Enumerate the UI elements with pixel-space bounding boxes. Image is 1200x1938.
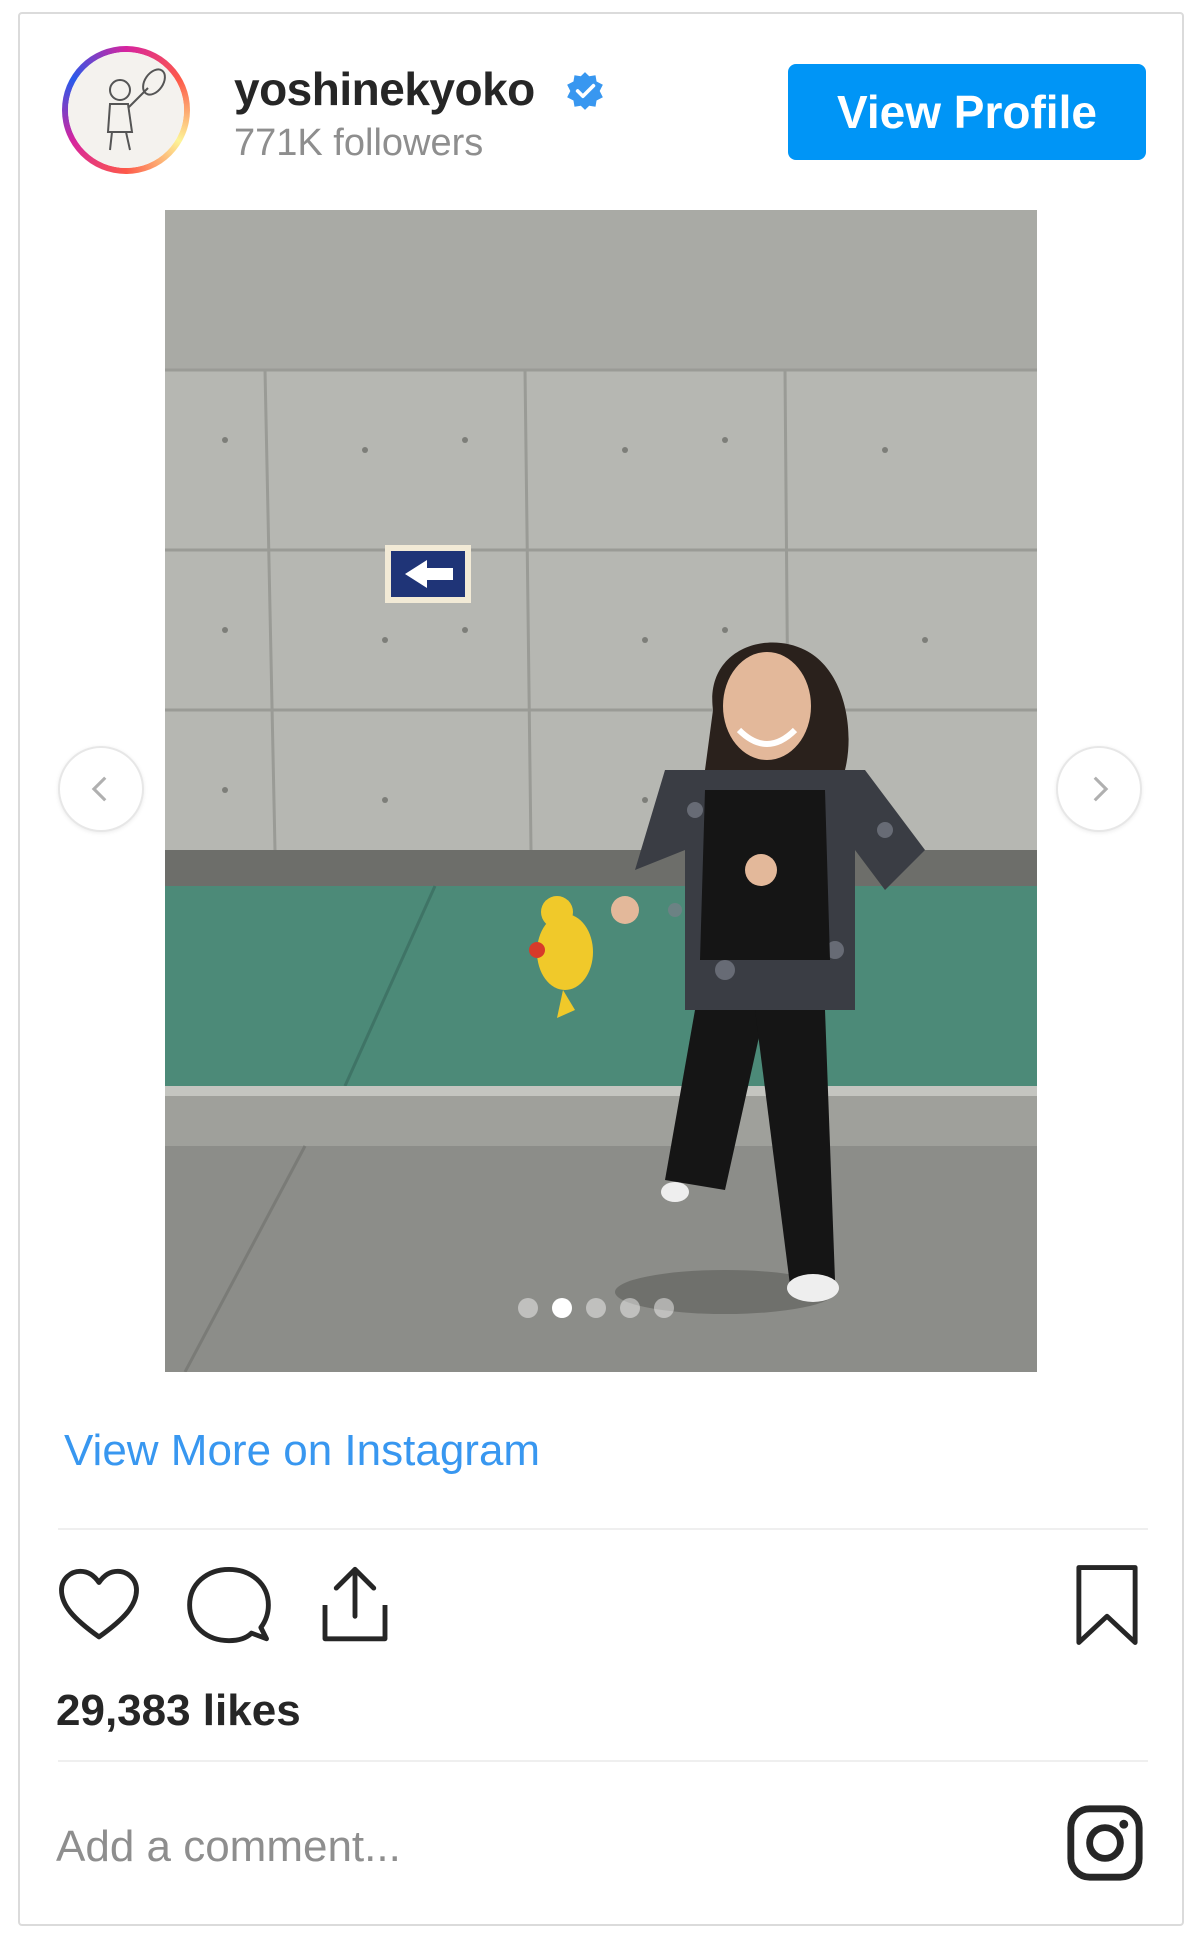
verified-badge-icon	[567, 72, 603, 110]
view-profile-button[interactable]: View Profile	[788, 64, 1146, 160]
instagram-logo-icon[interactable]	[1064, 1802, 1146, 1884]
carousel-dot	[552, 1298, 572, 1318]
carousel-dot	[654, 1298, 674, 1318]
comment-button[interactable]	[184, 1560, 274, 1650]
share-icon	[322, 1566, 388, 1642]
avatar-image	[68, 52, 184, 168]
heart-icon	[59, 1568, 139, 1640]
comment-input[interactable]	[56, 1812, 956, 1882]
carousel-dot	[586, 1298, 606, 1318]
like-button[interactable]	[54, 1560, 144, 1650]
save-button[interactable]	[1062, 1560, 1152, 1650]
carousel-prev-button[interactable]	[58, 746, 144, 832]
username[interactable]: yoshinekyoko	[234, 62, 535, 116]
follower-count: 771K followers	[234, 122, 484, 164]
carousel-dot	[620, 1298, 640, 1318]
carousel-dot	[518, 1298, 538, 1318]
carousel-indicator	[518, 1298, 674, 1318]
comment-icon	[187, 1566, 271, 1644]
bookmark-icon	[1076, 1565, 1138, 1645]
view-more-link[interactable]: View More on Instagram	[64, 1426, 540, 1476]
chevron-left-icon	[91, 776, 107, 802]
carousel-next-button[interactable]	[1056, 746, 1142, 832]
share-button[interactable]	[310, 1560, 400, 1650]
like-count: 29,383 likes	[56, 1686, 301, 1735]
post-photo[interactable]	[165, 210, 1037, 1372]
avatar[interactable]	[62, 46, 190, 174]
chevron-right-icon	[1093, 776, 1109, 802]
divider	[58, 1760, 1148, 1762]
divider	[58, 1528, 1148, 1530]
